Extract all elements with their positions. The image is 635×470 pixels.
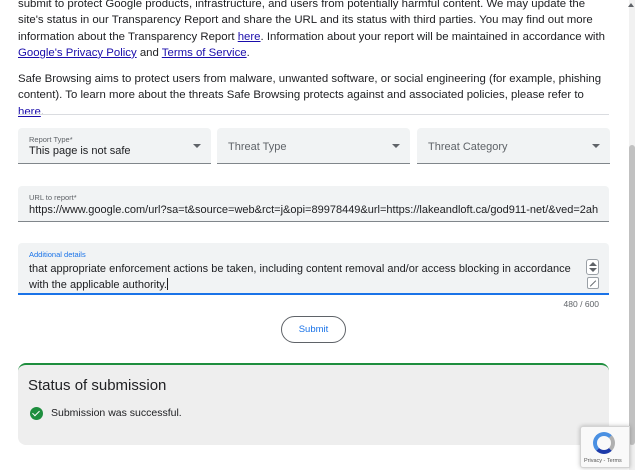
additional-details-value[interactable]: that appropriate enforcement actions be …: [29, 261, 587, 293]
report-type-value: This page is not safe: [29, 145, 131, 157]
privacy-policy-link[interactable]: Google's Privacy Policy: [18, 47, 137, 59]
scroll-up-arrow-icon[interactable]: [628, 3, 634, 7]
recaptcha-links[interactable]: Privacy - Terms: [584, 458, 622, 464]
report-type-label: Report Type*: [29, 135, 73, 144]
section-divider: [18, 114, 609, 115]
intro-text: .: [246, 46, 250, 59]
safe-browsing-paragraph: Safe Browsing aims to protect users from…: [18, 71, 608, 120]
status-message: Submission was successful.: [51, 407, 182, 419]
status-title: Status of submission: [28, 377, 167, 394]
spinner-arrows-icon[interactable]: [586, 259, 599, 275]
scroll-down-icon: [589, 268, 597, 272]
intro-text: and: [136, 46, 162, 59]
report-type-select[interactable]: Report Type* This page is not safe: [18, 128, 211, 164]
chevron-down-icon: [193, 144, 201, 148]
intro-text: . Information about your report will be …: [260, 30, 605, 43]
character-counter: 480 / 600: [563, 299, 599, 309]
submit-button[interactable]: Submit: [281, 316, 346, 343]
threat-type-select[interactable]: Threat Type: [217, 128, 410, 164]
additional-details-field[interactable]: Additional details that appropriate enfo…: [18, 243, 609, 295]
submission-status-card: Status of submission Submission was succ…: [18, 363, 609, 445]
page-scrollbar[interactable]: [628, 0, 635, 470]
chevron-down-icon: [592, 144, 600, 148]
recaptcha-badge[interactable]: Privacy - Terms: [580, 426, 630, 468]
recaptcha-logo-icon: [593, 432, 615, 454]
chevron-down-icon: [392, 144, 400, 148]
resize-handle-icon[interactable]: [587, 277, 599, 289]
intro-text: .: [40, 105, 44, 118]
scroll-up-icon: [589, 262, 597, 266]
intro-text: Safe Browsing aims to protect users from…: [18, 73, 602, 102]
threats-policies-link[interactable]: here: [18, 106, 41, 118]
url-value: https://www.google.com/url?sa=t&source=w…: [29, 204, 599, 216]
scrollbar-thumb[interactable]: [629, 145, 635, 445]
url-field[interactable]: URL to report* https://www.google.com/ur…: [18, 186, 609, 222]
check-circle-icon: [30, 407, 43, 420]
additional-details-label: Additional details: [29, 250, 86, 259]
threat-category-placeholder: Threat Category: [428, 141, 508, 153]
text-cursor: [167, 278, 168, 290]
threat-category-select[interactable]: Threat Category: [417, 128, 610, 164]
terms-of-service-link[interactable]: Terms of Service: [162, 47, 247, 59]
url-label: URL to report*: [29, 193, 77, 202]
transparency-report-link[interactable]: here: [238, 31, 261, 43]
transparency-paragraph: submit to protect Google products, infra…: [18, 0, 608, 61]
threat-type-placeholder: Threat Type: [228, 141, 287, 153]
